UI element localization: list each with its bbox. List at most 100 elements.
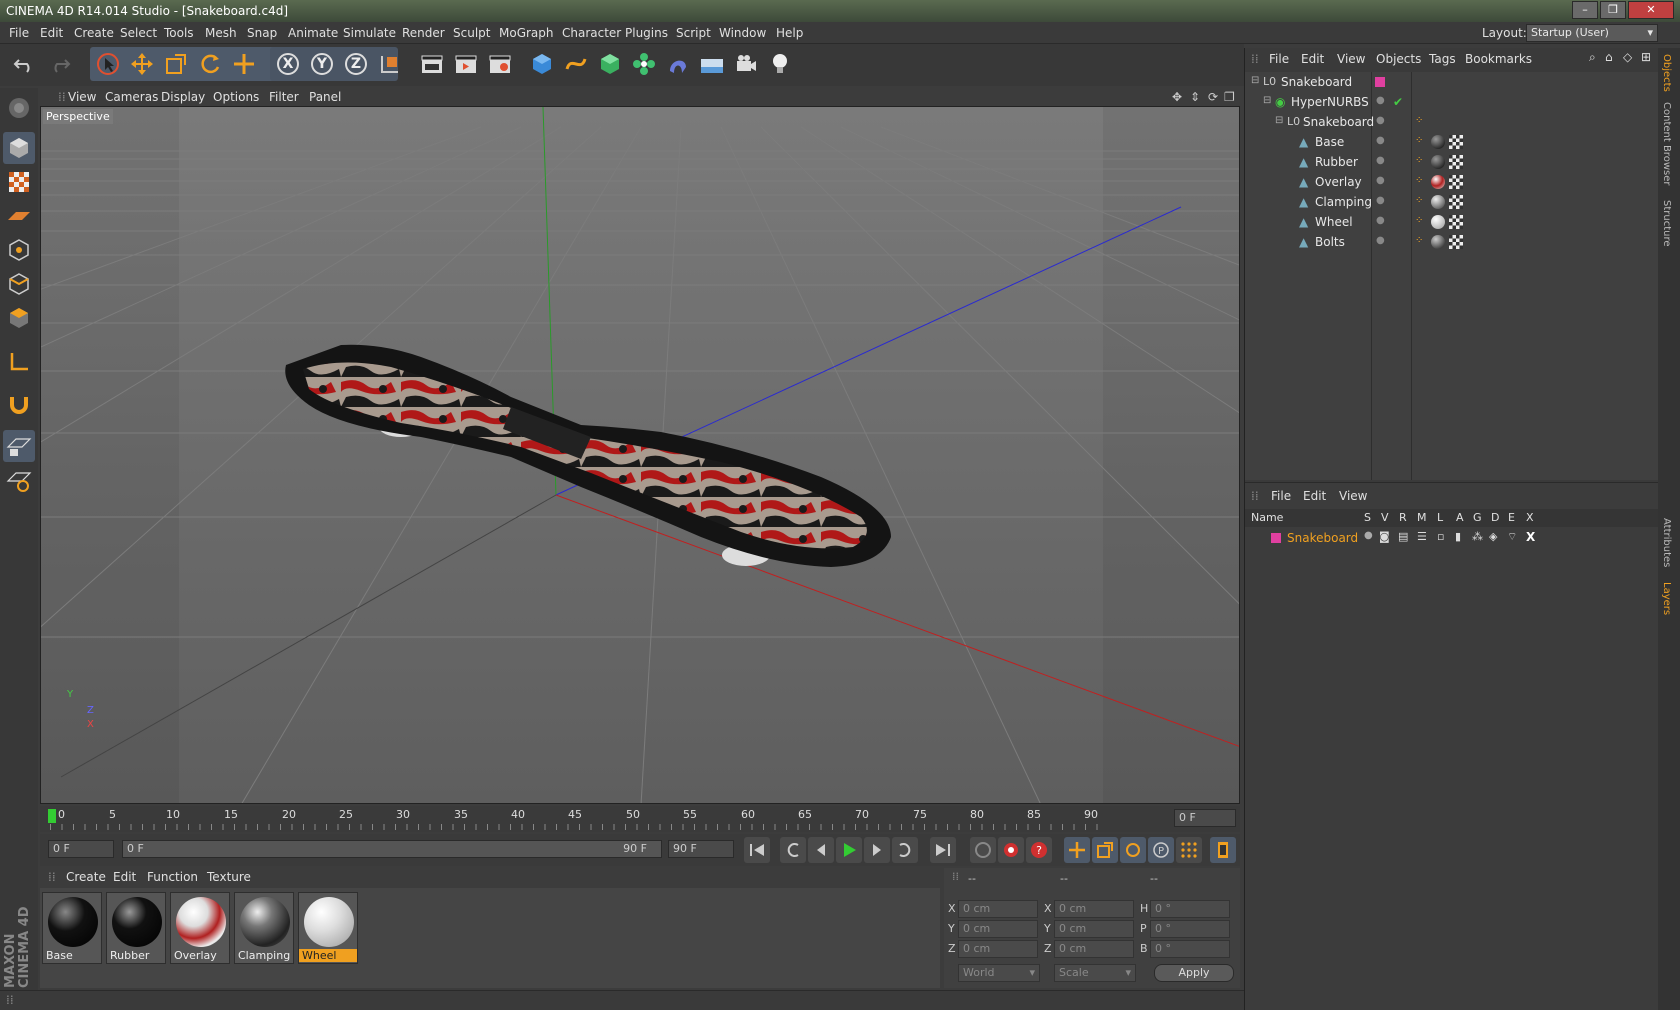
column-xref[interactable]: X (1526, 511, 1534, 524)
start-frame-field[interactable]: 0 F (48, 840, 114, 858)
column-deformers[interactable]: D (1491, 511, 1499, 524)
tree-item-snakeboard-group[interactable]: ⊟ L0 Snakeboard ● ⁘ (1245, 112, 1659, 132)
model-mode-button[interactable] (3, 132, 35, 164)
array-button[interactable] (628, 48, 660, 80)
tree-item-overlay[interactable]: ▲ Overlay ● ⁘ (1245, 172, 1659, 192)
new-panel-icon[interactable]: ⊞ (1641, 50, 1651, 64)
rotation-h-field[interactable]: 0 ° (1150, 900, 1230, 918)
snap-button[interactable] (3, 388, 35, 420)
viewport-menu-filter[interactable]: Filter (269, 90, 299, 104)
menu-script[interactable]: Script (676, 26, 711, 40)
material-rubber[interactable]: Rubber (106, 892, 166, 964)
visibility-dot-icon[interactable]: ● (1376, 235, 1385, 246)
next-frame-button[interactable] (864, 837, 890, 863)
menu-edit[interactable]: Edit (40, 26, 63, 40)
menu-tools[interactable]: Tools (164, 26, 194, 40)
timeline-ruler[interactable]: 0 5 10 15 20 25 30 35 40 45 50 55 60 65 … (40, 806, 1240, 832)
size-mode-select[interactable]: Scale ▾ (1054, 964, 1136, 982)
move-view-icon[interactable]: ✥ (1172, 90, 1182, 104)
tree-item-wheel[interactable]: ▲ Wheel ● ⁘ (1245, 212, 1659, 232)
menu-create[interactable]: Create (74, 26, 114, 40)
menu-character[interactable]: Character (562, 26, 621, 40)
camera-button[interactable] (730, 48, 762, 80)
objects-menu-edit[interactable]: Edit (1301, 52, 1324, 66)
play-button[interactable] (836, 837, 862, 863)
menu-help[interactable]: Help (776, 26, 803, 40)
objects-menu-objects[interactable]: Objects (1376, 52, 1421, 66)
autokey-button[interactable]: ? (1026, 837, 1052, 863)
expression-icon[interactable]: ⌔ (1507, 530, 1517, 544)
solo-button[interactable] (3, 464, 35, 496)
tree-item-bolts[interactable]: ▲ Bolts ● ⁘ (1245, 232, 1659, 252)
rotation-b-field[interactable]: 0 ° (1150, 940, 1230, 958)
objects-menu-file[interactable]: File (1269, 52, 1289, 66)
objects-menu-tags[interactable]: Tags (1429, 52, 1456, 66)
cube-button[interactable] (526, 48, 558, 80)
axis-y-button[interactable]: Y (306, 48, 338, 80)
uvw-tag-icon[interactable] (1449, 195, 1463, 209)
uvw-tag-icon[interactable] (1449, 215, 1463, 229)
tree-item-rubber[interactable]: ▲ Rubber ● ⁘ (1245, 152, 1659, 172)
layout-select[interactable]: Startup (User) ▾ (1526, 24, 1658, 42)
view-icon[interactable]: ◇ (1623, 50, 1632, 64)
tree-item-hypernurbs[interactable]: ⊟ ◉ HyperNURBS ● ✔ (1245, 92, 1659, 112)
visibility-dot-icon[interactable]: ● (1376, 155, 1385, 166)
record-button[interactable] (998, 837, 1024, 863)
material-tag-icon[interactable] (1431, 195, 1445, 209)
position-x-field[interactable]: 0 cm (958, 900, 1038, 918)
spline-pen-button[interactable] (560, 48, 592, 80)
menu-animate[interactable]: Animate (288, 26, 338, 40)
column-manager[interactable]: M (1417, 511, 1427, 524)
phong-tag-icon[interactable]: ⁘ (1415, 135, 1423, 146)
record-point-level-button[interactable] (1176, 837, 1202, 863)
live-select-button[interactable] (92, 48, 124, 80)
position-z-field[interactable]: 0 cm (958, 940, 1038, 958)
layer-color-swatch[interactable] (1375, 77, 1385, 87)
render-icon[interactable]: ▤ (1398, 530, 1408, 543)
menu-file[interactable]: File (9, 26, 29, 40)
uvw-tag-icon[interactable] (1449, 155, 1463, 169)
xref-icon[interactable]: X (1526, 530, 1535, 544)
uvw-tag-icon[interactable] (1449, 235, 1463, 249)
size-x-field[interactable]: 0 cm (1054, 900, 1134, 918)
tree-item-base[interactable]: ▲ Base ● ⁘ (1245, 132, 1659, 152)
menu-mesh[interactable]: Mesh (205, 26, 237, 40)
uvw-tag-icon[interactable] (1449, 135, 1463, 149)
menu-window[interactable]: Window (719, 26, 766, 40)
layer-row[interactable]: Snakeboard ● ◙ ▤ ☰ ▫ ▮ ⁂ ◈ ⌔ X (1245, 529, 1659, 547)
layers-menu-file[interactable]: File (1271, 489, 1291, 503)
search-icon[interactable]: ⌕ (1589, 50, 1596, 65)
layers-menu-view[interactable]: View (1339, 489, 1367, 503)
eye-icon[interactable]: ◙ (1379, 530, 1390, 543)
menu-render[interactable]: Render (402, 26, 445, 40)
apply-button[interactable]: Apply (1154, 964, 1234, 982)
rotate-view-icon[interactable]: ⟳ (1208, 90, 1218, 104)
column-solo[interactable]: S (1364, 511, 1371, 524)
menu-sculpt[interactable]: Sculpt (453, 26, 490, 40)
tab-objects[interactable]: Objects (1661, 54, 1672, 92)
viewport-menu-view[interactable]: View (68, 90, 96, 104)
visibility-dot-icon[interactable]: ● (1376, 135, 1385, 146)
record-scale-button[interactable] (1092, 837, 1118, 863)
axis-mode-button[interactable] (3, 346, 35, 378)
column-lock[interactable]: L (1437, 511, 1443, 524)
position-y-field[interactable]: 0 cm (958, 920, 1038, 938)
objects-menu-view[interactable]: View (1337, 52, 1365, 66)
viewport-menu-cameras[interactable]: Cameras (105, 90, 158, 104)
render-settings-button[interactable] (484, 48, 516, 80)
next-key-button[interactable] (892, 837, 918, 863)
menu-select[interactable]: Select (120, 26, 157, 40)
close-button[interactable]: ✕ (1628, 1, 1674, 19)
material-tag-icon[interactable] (1431, 215, 1445, 229)
menu-snap[interactable]: Snap (247, 26, 277, 40)
material-tag-icon[interactable] (1431, 175, 1445, 189)
go-to-end-button[interactable] (930, 837, 956, 863)
visibility-dot-icon[interactable]: ● (1376, 175, 1385, 186)
generator-icon[interactable]: ⁂ (1472, 530, 1483, 543)
previous-frame-button[interactable] (808, 837, 834, 863)
menu-plugins[interactable]: Plugins (625, 26, 668, 40)
collapse-icon[interactable]: ⊟ (1275, 115, 1283, 126)
layers-menu-edit[interactable]: Edit (1303, 489, 1326, 503)
layer-color-swatch[interactable] (1271, 533, 1281, 543)
objects-menu-bookmarks[interactable]: Bookmarks (1465, 52, 1532, 66)
